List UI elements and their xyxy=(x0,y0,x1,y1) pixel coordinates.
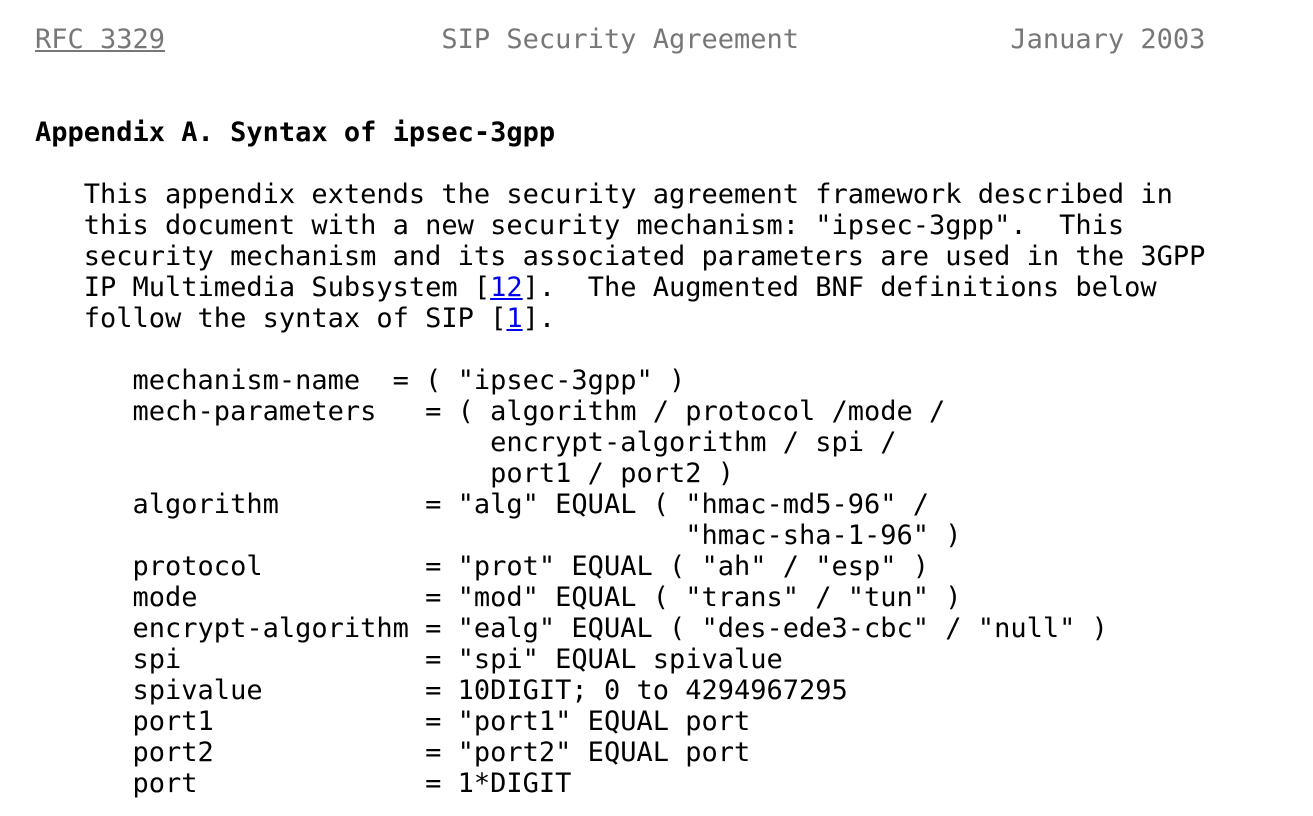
bnf-line: encrypt-algorithm = "ealg" EQUAL ( "des-… xyxy=(35,613,1108,644)
bnf-line: port1 / port2 ) xyxy=(35,458,734,489)
intro-paragraph: This appendix extends the security agree… xyxy=(35,179,1313,334)
bnf-line: protocol = "prot" EQUAL ( "ah" / "esp" ) xyxy=(35,551,930,582)
bnf-line: mode = "mod" EQUAL ( "trans" / "tun" ) xyxy=(35,582,962,613)
bnf-line: spivalue = 10DIGIT; 0 to 4294967295 xyxy=(35,675,848,706)
bnf-line: "hmac-sha-1-96" ) xyxy=(35,520,962,551)
paragraph-line: follow the syntax of SIP [1]. xyxy=(35,303,1313,334)
bnf-line: mech-parameters = ( algorithm / protocol… xyxy=(35,396,946,427)
bnf-line: algorithm = "alg" EQUAL ( "hmac-md5-96" … xyxy=(35,489,930,520)
document-date: January 2003 xyxy=(1010,24,1206,55)
paragraph-line: security mechanism and its associated pa… xyxy=(35,241,1206,272)
paragraph-text: follow the syntax of SIP [ xyxy=(35,303,507,334)
bnf-definitions: mechanism-name = ( "ipsec-3gpp" ) mech-p… xyxy=(35,365,1313,799)
paragraph-line: IP Multimedia Subsystem [12]. The Augmen… xyxy=(35,272,1313,303)
bnf-line: encrypt-algorithm / spi / xyxy=(35,427,897,458)
bnf-line: port2 = "port2" EQUAL port xyxy=(35,737,751,768)
paragraph-text: ]. The Augmented BNF definitions below xyxy=(522,272,1157,303)
paragraph-line: this document with a new security mechan… xyxy=(35,210,1125,241)
appendix-heading: Appendix A. Syntax of ipsec-3gpp xyxy=(35,117,556,148)
paragraph-line: This appendix extends the security agree… xyxy=(35,179,1173,210)
document-title: SIP Security Agreement xyxy=(441,24,799,55)
paragraph-text: IP Multimedia Subsystem [ xyxy=(35,272,491,303)
rfc-document: RFC 3329 SIP Security Agreement January 20… xyxy=(0,0,1313,816)
bnf-line: port1 = "port1" EQUAL port xyxy=(35,706,751,737)
reference-link-1[interactable]: 1 xyxy=(506,303,522,334)
bnf-line: port = 1*DIGIT xyxy=(35,768,572,799)
bnf-line: mechanism-name = ( "ipsec-3gpp" ) xyxy=(35,365,686,396)
reference-link-12[interactable]: 12 xyxy=(490,272,523,303)
rfc-number-link[interactable]: RFC 3329 xyxy=(35,24,165,55)
paragraph-text: ]. xyxy=(522,303,556,334)
page-header: RFC 3329 SIP Security Agreement January 20… xyxy=(35,24,1313,55)
bnf-line: spi = "spi" EQUAL spivalue xyxy=(35,644,783,675)
